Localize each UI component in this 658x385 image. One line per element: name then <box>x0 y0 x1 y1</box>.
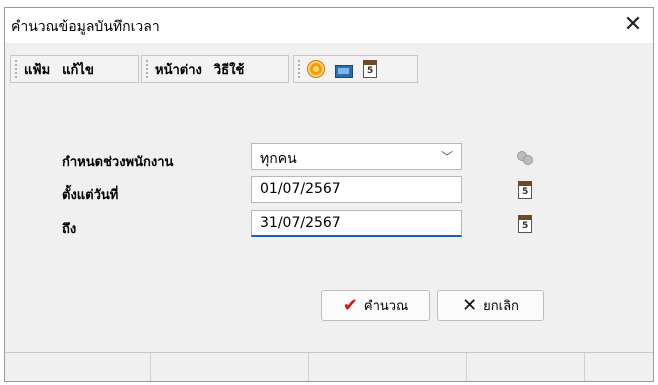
calendar-icon <box>518 181 532 199</box>
grip-handle <box>297 59 301 79</box>
to-date-calendar-button[interactable] <box>515 213 535 235</box>
x-icon: ✕ <box>462 295 478 316</box>
menu-file[interactable]: แฟ้ม <box>24 59 50 80</box>
chevron-down-icon: ﹀ <box>440 150 453 164</box>
menu-help[interactable]: วิธีใช้ <box>214 59 244 80</box>
icon-group <box>293 55 418 83</box>
employee-range-label: กำหนดช่วงพนักงาน <box>62 155 174 170</box>
calendar-icon[interactable] <box>363 60 377 78</box>
employee-range-select[interactable]: ทุกคน ﹀ <box>251 143 462 170</box>
grip-handle <box>145 59 149 79</box>
calendar-icon <box>518 215 532 233</box>
window-title: คำนวณข้อมูลบันทึกเวลา <box>11 19 160 35</box>
employee-picker-button[interactable] <box>515 146 535 168</box>
from-date-calendar-button[interactable] <box>515 179 535 201</box>
to-date-label: ถึง <box>62 222 77 237</box>
calculate-button[interactable]: ✔ คำนวณ <box>321 290 430 321</box>
cancel-label: ยกเลิก <box>483 299 519 314</box>
employee-range-value: ทุกคน <box>260 151 297 167</box>
from-date-label: ตั้งแต่วันที่ <box>62 188 119 203</box>
dialog-window: คำนวณข้อมูลบันทึกเวลา ✕ แฟ้ม แก้ไข หน้าต… <box>4 7 654 382</box>
menu-group-1: แฟ้ม แก้ไข <box>10 55 139 83</box>
menu-window[interactable]: หน้าต่าง <box>155 59 202 80</box>
from-date-field[interactable]: 01/07/2567 <box>251 176 462 203</box>
target-icon[interactable] <box>307 60 325 78</box>
to-date-value: 31/07/2567 <box>260 215 341 231</box>
cancel-button[interactable]: ✕ ยกเลิก <box>437 290 544 321</box>
calculate-label: คำนวณ <box>363 299 409 314</box>
menu-group-2: หน้าต่าง วิธีใช้ <box>141 55 289 83</box>
close-icon[interactable]: ✕ <box>619 11 647 39</box>
status-cell <box>5 353 151 381</box>
toolbar: แฟ้ม แก้ไข หน้าต่าง วิธีใช้ <box>5 44 653 92</box>
check-icon: ✔ <box>342 295 358 316</box>
to-date-field[interactable]: 31/07/2567 <box>251 210 462 237</box>
screen-icon[interactable] <box>335 64 353 78</box>
grip-handle <box>14 59 18 79</box>
title-bar: คำนวณข้อมูลบันทึกเวลา ✕ <box>5 8 653 43</box>
people-icon <box>517 149 533 165</box>
status-cell <box>309 353 467 381</box>
from-date-value: 01/07/2567 <box>260 181 341 197</box>
status-cell <box>467 353 585 381</box>
status-cell <box>585 353 653 381</box>
status-bar <box>5 352 653 381</box>
menu-edit[interactable]: แก้ไข <box>62 59 94 80</box>
status-cell <box>151 353 309 381</box>
